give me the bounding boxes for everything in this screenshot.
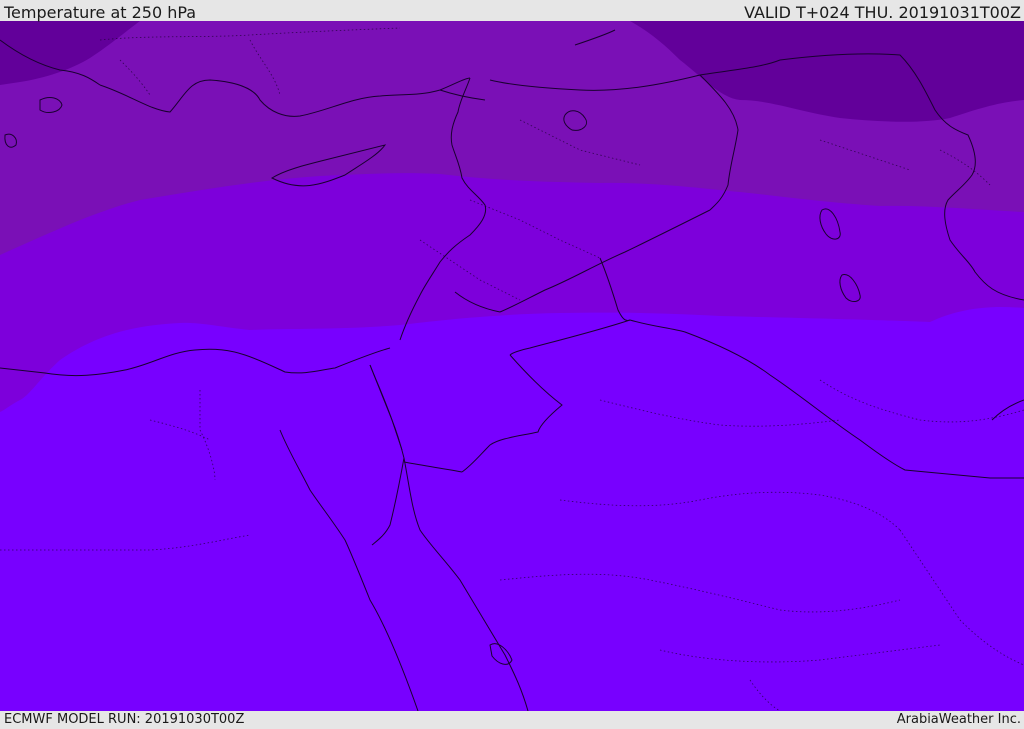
footer-bar: ECMWF MODEL RUN: 20191030T00Z ArabiaWeat… — [0, 711, 1024, 729]
valid-time: VALID T+024 THU. 20191031T00Z — [744, 3, 1021, 22]
map-canvas[interactable] — [0, 21, 1024, 711]
weather-map-frame: Temperature at 250 hPa VALID T+024 THU. … — [0, 0, 1024, 729]
map-title: Temperature at 250 hPa — [4, 3, 197, 22]
credit-label: ArabiaWeather Inc. — [896, 712, 1021, 727]
model-run-label: ECMWF MODEL RUN: 20191030T00Z — [4, 712, 245, 727]
temperature-map — [0, 21, 1024, 711]
header-bar: Temperature at 250 hPa VALID T+024 THU. … — [0, 0, 1024, 22]
